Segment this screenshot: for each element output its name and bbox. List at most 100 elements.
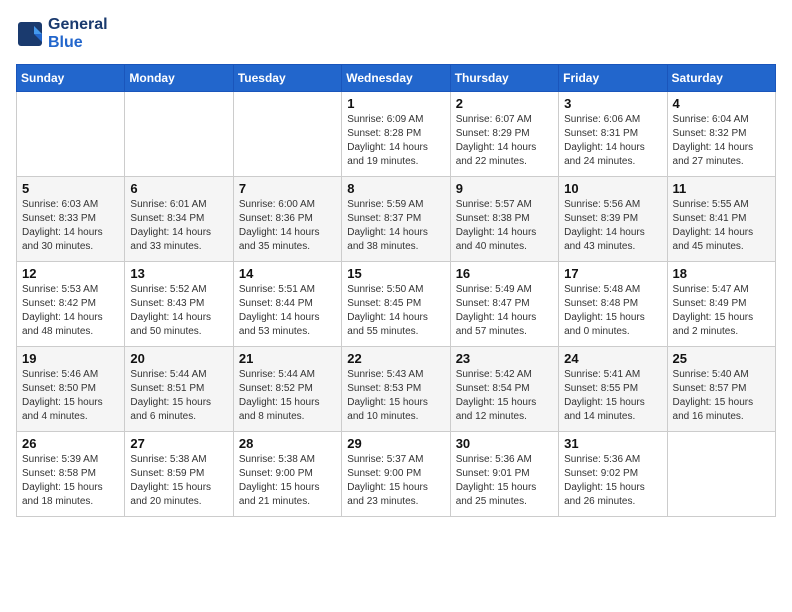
calendar-cell: 31 Sunrise: 5:36 AM Sunset: 9:02 PM Dayli… <box>559 432 667 517</box>
day-info: Sunrise: 5:53 AM Sunset: 8:42 PM Dayligh… <box>22 283 119 339</box>
calendar-cell: 19 Sunrise: 5:46 AM Sunset: 8:50 PM Dayli… <box>17 347 125 432</box>
day-info: Sunrise: 5:39 AM Sunset: 8:58 PM Dayligh… <box>22 453 119 509</box>
day-info: Sunrise: 5:36 AM Sunset: 9:01 PM Dayligh… <box>456 453 553 509</box>
calendar-cell: 5 Sunrise: 6:03 AM Sunset: 8:33 PM Daylig… <box>17 177 125 262</box>
day-number: 9 <box>456 181 553 196</box>
day-number: 8 <box>347 181 444 196</box>
day-number: 3 <box>564 96 661 111</box>
day-number: 14 <box>239 266 336 281</box>
calendar-week-row: 19 Sunrise: 5:46 AM Sunset: 8:50 PM Dayli… <box>17 347 776 432</box>
header-tuesday: Tuesday <box>233 65 341 92</box>
calendar-cell: 3 Sunrise: 6:06 AM Sunset: 8:31 PM Daylig… <box>559 92 667 177</box>
calendar-cell: 11 Sunrise: 5:55 AM Sunset: 8:41 PM Dayli… <box>667 177 775 262</box>
day-number: 12 <box>22 266 119 281</box>
calendar-week-row: 26Sunrise: 5:39 AM Sunset: 8:58 PM Dayli… <box>17 432 776 517</box>
day-info: Sunrise: 5:37 AM Sunset: 9:00 PM Dayligh… <box>347 453 444 509</box>
calendar-header-row: SundayMondayTuesdayWednesdayThursdayFrid… <box>17 65 776 92</box>
day-info: Sunrise: 6:01 AM Sunset: 8:34 PM Dayligh… <box>130 198 227 254</box>
day-number: 6 <box>130 181 227 196</box>
calendar-cell: 12 Sunrise: 5:53 AM Sunset: 8:42 PM Dayli… <box>17 262 125 347</box>
day-info: Sunrise: 6:03 AM Sunset: 8:33 PM Dayligh… <box>22 198 119 254</box>
day-info: Sunrise: 5:51 AM Sunset: 8:44 PM Dayligh… <box>239 283 336 339</box>
calendar-cell <box>17 92 125 177</box>
calendar-cell: 20 Sunrise: 5:44 AM Sunset: 8:51 PM Dayli… <box>125 347 233 432</box>
day-number: 24 <box>564 351 661 366</box>
day-info: Sunrise: 5:59 AM Sunset: 8:37 PM Dayligh… <box>347 198 444 254</box>
day-info: Sunrise: 5:56 AM Sunset: 8:39 PM Dayligh… <box>564 198 661 254</box>
day-info: Sunrise: 5:55 AM Sunset: 8:41 PM Dayligh… <box>673 198 770 254</box>
day-number: 18 <box>673 266 770 281</box>
calendar-cell: 22Sunrise: 5:43 AM Sunset: 8:53 PM Dayli… <box>342 347 450 432</box>
calendar-cell: 16 Sunrise: 5:49 AM Sunset: 8:47 PM Dayli… <box>450 262 558 347</box>
day-number: 23 <box>456 351 553 366</box>
day-info: Sunrise: 6:09 AM Sunset: 8:28 PM Dayligh… <box>347 113 444 169</box>
calendar-cell <box>233 92 341 177</box>
header-sunday: Sunday <box>17 65 125 92</box>
day-info: Sunrise: 5:47 AM Sunset: 8:49 PM Dayligh… <box>673 283 770 339</box>
calendar-cell: 14 Sunrise: 5:51 AM Sunset: 8:44 PM Dayli… <box>233 262 341 347</box>
day-info: Sunrise: 5:44 AM Sunset: 8:52 PM Dayligh… <box>239 368 336 424</box>
day-number: 13 <box>130 266 227 281</box>
day-number: 29 <box>347 436 444 451</box>
calendar-cell: 25 Sunrise: 5:40 AM Sunset: 8:57 PM Dayli… <box>667 347 775 432</box>
calendar-cell: 2Sunrise: 6:07 AM Sunset: 8:29 PM Daylig… <box>450 92 558 177</box>
day-number: 30 <box>456 436 553 451</box>
day-info: Sunrise: 5:48 AM Sunset: 8:48 PM Dayligh… <box>564 283 661 339</box>
logo-text: General Blue <box>48 16 108 52</box>
day-info: Sunrise: 5:36 AM Sunset: 9:02 PM Dayligh… <box>564 453 661 509</box>
calendar-cell <box>125 92 233 177</box>
day-info: Sunrise: 5:46 AM Sunset: 8:50 PM Dayligh… <box>22 368 119 424</box>
day-number: 1 <box>347 96 444 111</box>
day-info: Sunrise: 5:41 AM Sunset: 8:55 PM Dayligh… <box>564 368 661 424</box>
header-monday: Monday <box>125 65 233 92</box>
day-number: 4 <box>673 96 770 111</box>
day-info: Sunrise: 5:44 AM Sunset: 8:51 PM Dayligh… <box>130 368 227 424</box>
header-friday: Friday <box>559 65 667 92</box>
calendar-cell: 29 Sunrise: 5:37 AM Sunset: 9:00 PM Dayli… <box>342 432 450 517</box>
day-info: Sunrise: 6:00 AM Sunset: 8:36 PM Dayligh… <box>239 198 336 254</box>
calendar-cell: 21 Sunrise: 5:44 AM Sunset: 8:52 PM Dayli… <box>233 347 341 432</box>
calendar-cell: 6 Sunrise: 6:01 AM Sunset: 8:34 PM Daylig… <box>125 177 233 262</box>
calendar-cell: 1 Sunrise: 6:09 AM Sunset: 8:28 PM Daylig… <box>342 92 450 177</box>
day-info: Sunrise: 5:49 AM Sunset: 8:47 PM Dayligh… <box>456 283 553 339</box>
day-number: 25 <box>673 351 770 366</box>
calendar-cell: 4Sunrise: 6:04 AM Sunset: 8:32 PM Daylig… <box>667 92 775 177</box>
day-number: 31 <box>564 436 661 451</box>
day-info: Sunrise: 5:50 AM Sunset: 8:45 PM Dayligh… <box>347 283 444 339</box>
day-info: Sunrise: 5:40 AM Sunset: 8:57 PM Dayligh… <box>673 368 770 424</box>
calendar-cell: 24 Sunrise: 5:41 AM Sunset: 8:55 PM Dayli… <box>559 347 667 432</box>
day-number: 19 <box>22 351 119 366</box>
calendar-cell: 30 Sunrise: 5:36 AM Sunset: 9:01 PM Dayli… <box>450 432 558 517</box>
calendar-cell: 17Sunrise: 5:48 AM Sunset: 8:48 PM Dayli… <box>559 262 667 347</box>
day-number: 28 <box>239 436 336 451</box>
day-info: Sunrise: 5:42 AM Sunset: 8:54 PM Dayligh… <box>456 368 553 424</box>
logo: General Blue <box>16 16 108 52</box>
calendar-cell: 26Sunrise: 5:39 AM Sunset: 8:58 PM Dayli… <box>17 432 125 517</box>
header-saturday: Saturday <box>667 65 775 92</box>
header-wednesday: Wednesday <box>342 65 450 92</box>
page-header: General Blue <box>16 16 776 52</box>
day-number: 20 <box>130 351 227 366</box>
calendar-week-row: 12 Sunrise: 5:53 AM Sunset: 8:42 PM Dayli… <box>17 262 776 347</box>
day-number: 16 <box>456 266 553 281</box>
calendar-cell: 28Sunrise: 5:38 AM Sunset: 9:00 PM Dayli… <box>233 432 341 517</box>
day-number: 7 <box>239 181 336 196</box>
calendar-week-row: 5 Sunrise: 6:03 AM Sunset: 8:33 PM Daylig… <box>17 177 776 262</box>
day-number: 15 <box>347 266 444 281</box>
day-number: 5 <box>22 181 119 196</box>
day-info: Sunrise: 5:52 AM Sunset: 8:43 PM Dayligh… <box>130 283 227 339</box>
day-number: 21 <box>239 351 336 366</box>
calendar-cell <box>667 432 775 517</box>
day-info: Sunrise: 6:06 AM Sunset: 8:31 PM Dayligh… <box>564 113 661 169</box>
logo-icon <box>16 20 44 48</box>
calendar-cell: 18 Sunrise: 5:47 AM Sunset: 8:49 PM Dayli… <box>667 262 775 347</box>
calendar-cell: 23 Sunrise: 5:42 AM Sunset: 8:54 PM Dayli… <box>450 347 558 432</box>
calendar-cell: 10 Sunrise: 5:56 AM Sunset: 8:39 PM Dayli… <box>559 177 667 262</box>
calendar-cell: 13 Sunrise: 5:52 AM Sunset: 8:43 PM Dayli… <box>125 262 233 347</box>
day-info: Sunrise: 5:57 AM Sunset: 8:38 PM Dayligh… <box>456 198 553 254</box>
calendar-cell: 15 Sunrise: 5:50 AM Sunset: 8:45 PM Dayli… <box>342 262 450 347</box>
day-number: 11 <box>673 181 770 196</box>
day-number: 2 <box>456 96 553 111</box>
calendar-week-row: 1 Sunrise: 6:09 AM Sunset: 8:28 PM Daylig… <box>17 92 776 177</box>
day-number: 10 <box>564 181 661 196</box>
